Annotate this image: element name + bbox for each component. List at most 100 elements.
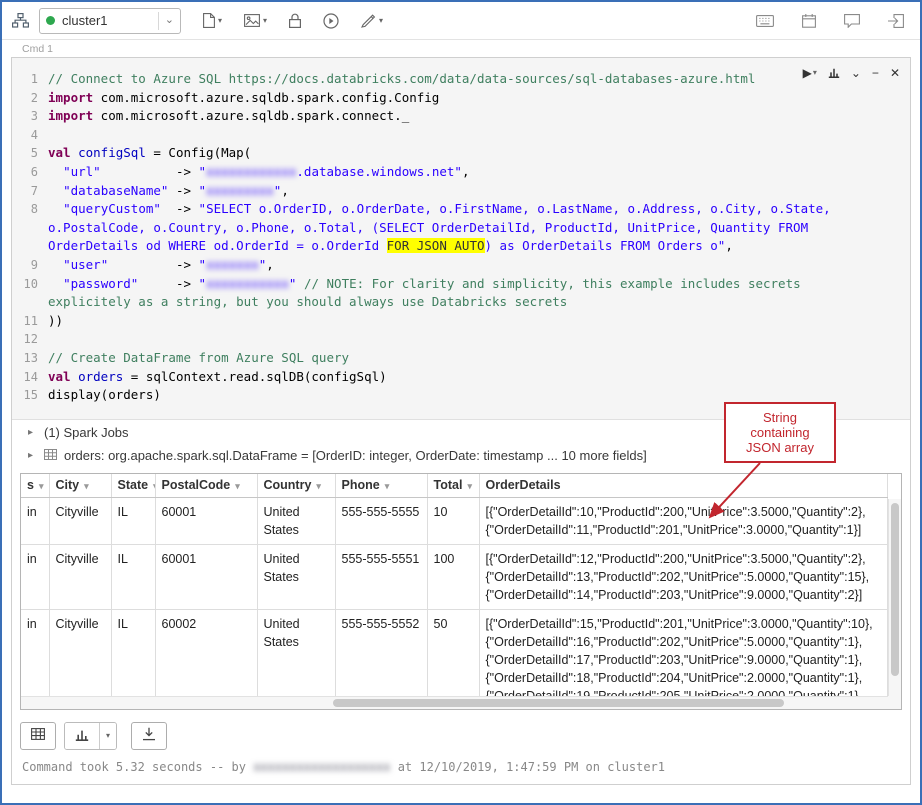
horizontal-scrollbar-thumb[interactable]: [333, 699, 784, 707]
view-menu-button[interactable]: ▾: [242, 12, 269, 29]
chevron-down-icon[interactable]: ⌄: [165, 15, 174, 26]
column-header-s[interactable]: s▾: [21, 474, 49, 498]
horizontal-scrollbar[interactable]: [21, 696, 888, 709]
comments-button[interactable]: [842, 12, 862, 30]
caret-down-icon: ▾: [813, 69, 817, 77]
table-cell: 555-555-5555: [335, 498, 427, 545]
code-editor[interactable]: ▶ ▾ ⌄ − ✕: [12, 58, 910, 420]
code-text: "queryCustom" -> "SELECT o.OrderID, o.Or…: [48, 200, 860, 256]
notebook-menu-group: ▾ ▾: [201, 11, 385, 31]
code-line: 2import com.microsoft.azure.sqldb.spark.…: [12, 89, 910, 108]
code-line: 14val orders = sqlContext.read.sqlDB(con…: [12, 368, 910, 387]
json-line: [{"OrderDetailId":12,"ProductId":200,"Un…: [486, 550, 884, 568]
schedule-button[interactable]: [800, 12, 818, 30]
line-number: 13: [12, 349, 48, 368]
json-line: {"OrderDetailId":14,"ProductId":203,"Uni…: [486, 586, 884, 604]
column-header-phone[interactable]: Phone▾: [335, 474, 427, 498]
download-results-button[interactable]: [131, 722, 167, 750]
file-menu-button[interactable]: ▾: [201, 11, 224, 30]
delete-cell-button[interactable]: ✕: [890, 67, 900, 79]
collapse-cell-button[interactable]: ⌄: [851, 67, 861, 79]
table-cell: 60002: [155, 610, 257, 696]
column-label: s: [27, 478, 34, 492]
eraser-icon: [361, 14, 376, 28]
json-line: [{"OrderDetailId":10,"ProductId":200,"Un…: [486, 503, 884, 521]
line-number: 11: [12, 312, 48, 331]
permissions-button[interactable]: [287, 11, 303, 30]
line-number: 1: [12, 70, 48, 89]
code-text: [48, 126, 56, 145]
table-header-row: s▾City▾State▾PostalCode▾Country▾Phone▾To…: [21, 474, 888, 498]
cluster-name: cluster1: [62, 13, 154, 28]
table-cell: IL: [111, 610, 155, 696]
minimize-cell-button[interactable]: −: [872, 67, 879, 79]
table-cell: IL: [111, 498, 155, 545]
run-all-icon: [323, 13, 339, 29]
column-label: Country: [264, 478, 312, 492]
code-text: import com.microsoft.azure.sqldb.spark.c…: [48, 107, 409, 126]
code-text: val orders = sqlContext.read.sqlDB(confi…: [48, 368, 387, 387]
caret-down-icon: ▾: [379, 17, 383, 25]
clear-state-button[interactable]: ▾: [359, 12, 385, 30]
cell-controls: ▶ ▾ ⌄ − ✕: [803, 66, 900, 80]
sort-caret-icon[interactable]: ▾: [385, 481, 390, 491]
status-suffix: at 12/10/2019, 1:47:59 PM on cluster1: [390, 760, 665, 774]
show-table-button[interactable]: [20, 722, 56, 750]
dashboard-chart-button[interactable]: [828, 66, 840, 80]
keyboard-shortcuts-button[interactable]: [754, 13, 776, 29]
table-cell: Cityville: [49, 610, 111, 696]
results-table-viewport: s▾City▾State▾PostalCode▾Country▾Phone▾To…: [21, 474, 888, 696]
table-row: inCityvilleIL60001United States555-555-5…: [21, 498, 888, 545]
table-row: inCityvilleIL60001United States555-555-5…: [21, 545, 888, 610]
image-icon: [244, 14, 260, 27]
status-prefix: Command took 5.32 seconds -- by: [22, 760, 253, 774]
vertical-scrollbar[interactable]: [888, 499, 901, 696]
command-status: Command took 5.32 seconds -- by xxxxxxxx…: [12, 752, 910, 784]
divider: [158, 12, 159, 30]
chart-type-dropdown[interactable]: ▾: [99, 723, 116, 749]
table-row: inCityvilleIL60002United States555-555-5…: [21, 610, 888, 696]
json-line: [{"OrderDetailId":15,"ProductId":201,"Un…: [486, 615, 884, 633]
spark-jobs-label[interactable]: (1) Spark Jobs: [44, 425, 129, 440]
json-line: {"OrderDetailId":18,"ProductId":204,"Uni…: [486, 669, 884, 687]
column-label: PostalCode: [162, 478, 231, 492]
cluster-selector[interactable]: cluster1 ⌄: [39, 8, 181, 34]
bar-chart-icon: [828, 66, 840, 80]
display-controls: ▾: [20, 722, 902, 750]
line-number: 15: [12, 386, 48, 405]
code-line: 13// Create DataFrame from Azure SQL que…: [12, 349, 910, 368]
caret-down-icon: ▾: [106, 731, 110, 740]
run-cell-button[interactable]: ▶ ▾: [803, 67, 817, 79]
export-button[interactable]: [886, 12, 906, 30]
sort-caret-icon[interactable]: ▾: [84, 481, 89, 491]
download-icon: [142, 727, 156, 744]
table-cell: 555-555-5551: [335, 545, 427, 610]
collapsed-triangle-icon[interactable]: ▸: [28, 450, 37, 461]
sort-caret-icon[interactable]: ▾: [316, 481, 321, 491]
run-all-button[interactable]: [321, 11, 341, 31]
caret-down-icon: ▾: [263, 17, 267, 25]
vertical-scrollbar-thumb[interactable]: [891, 503, 899, 676]
column-header-postalcode[interactable]: PostalCode ▾: [155, 474, 257, 498]
sort-caret-icon[interactable]: ▾: [467, 481, 472, 491]
column-label: OrderDetails: [486, 478, 561, 492]
collapsed-triangle-icon[interactable]: ▸: [28, 427, 37, 438]
code-line: 4: [12, 126, 910, 145]
sort-caret-icon[interactable]: ▾: [235, 481, 240, 491]
annotation-line: JSON array: [728, 440, 832, 455]
code-text: "url" -> "xxxxxxxxxxxx.database.windows.…: [48, 163, 470, 182]
play-icon: ▶: [803, 67, 812, 79]
column-header-orderdetails[interactable]: OrderDetails: [479, 474, 888, 498]
show-chart-button-group: ▾: [64, 722, 117, 750]
code-text: "password" -> "xxxxxxxxxxx" // NOTE: For…: [48, 275, 860, 312]
column-header-state[interactable]: State▾: [111, 474, 155, 498]
sort-caret-icon[interactable]: ▾: [39, 481, 44, 491]
column-header-country[interactable]: Country ▾: [257, 474, 335, 498]
code-text: // Create DataFrame from Azure SQL query: [48, 349, 349, 368]
show-chart-button[interactable]: [65, 723, 99, 749]
column-header-total[interactable]: Total▾: [427, 474, 479, 498]
code-text: )): [48, 312, 63, 331]
table-cell: in: [21, 498, 49, 545]
databricks-notebook: cluster1 ⌄ ▾ ▾: [0, 0, 922, 805]
column-header-city[interactable]: City▾: [49, 474, 111, 498]
